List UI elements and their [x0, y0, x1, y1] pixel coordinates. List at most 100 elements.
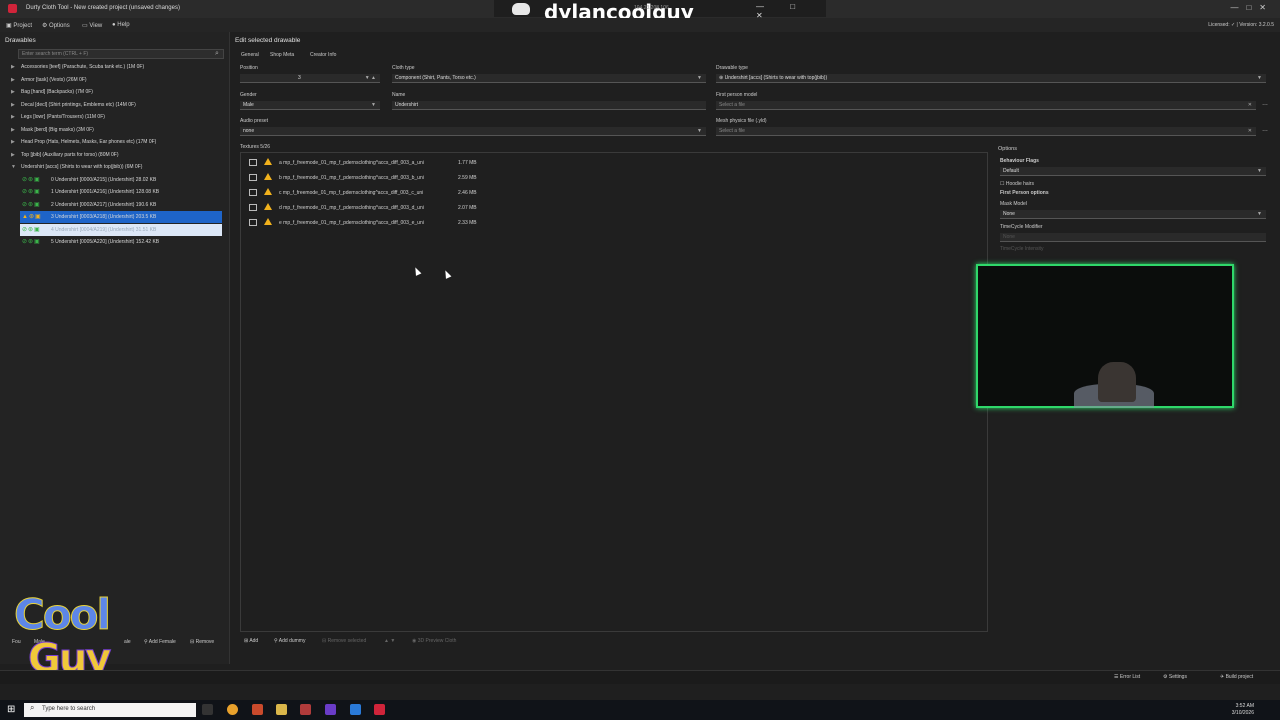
chevron-down-icon: ▼ [1257, 168, 1262, 174]
behaviour-flags-select[interactable]: Default ▼ [1000, 167, 1266, 176]
image-icon [249, 174, 257, 181]
app-icon-3[interactable] [325, 704, 336, 715]
status-icons: ⊘⊛▣ [22, 239, 41, 245]
warning-icon [264, 188, 272, 195]
webcam-person-head [1098, 362, 1136, 402]
gender-label: Gender [240, 92, 257, 98]
image-icon [249, 159, 257, 166]
status-icons: ⊘⊛▣ [22, 201, 41, 208]
timecycle-select[interactable]: None [1000, 233, 1266, 242]
tree-category[interactable]: ▶ Bag [hand] (Backpacks) (7M 0F) [0, 86, 222, 98]
clear-icon[interactable]: ✕ [1248, 102, 1252, 108]
add-texture-button[interactable]: ⊞ Add [244, 638, 258, 644]
tab-general[interactable]: General [241, 52, 259, 58]
image-icon [249, 204, 257, 211]
drawable-type-select[interactable]: ⊛ Undershirt [accs] (Shirts to wear with… [716, 74, 1266, 83]
tree-category[interactable]: ▶ Legs [lowr] (Pants/Trousers) (11M 0F) [0, 111, 222, 123]
tree-drawable[interactable]: ⊘⊛▣ 2 Undershirt [0002/A217] (Undershirt)… [0, 199, 222, 211]
drawable-type-label: Drawable type [716, 65, 748, 71]
texture-row[interactable]: a mp_f_freemode_01_mp_f_pdernsclothing^a… [249, 157, 489, 169]
tree-category[interactable]: ▶ Decal [decl] (Shirt printings, Emblems … [0, 99, 222, 111]
tree-drawable[interactable]: ⊘⊛▣ 1 Undershirt [0001/A216] (Undershirt)… [0, 186, 222, 198]
options-panel: Options Behaviour Flags Default ▼ ☐ Hoodi… [996, 142, 1276, 272]
app-icon [8, 4, 17, 13]
error-list-button[interactable]: ☰ Error List [1114, 674, 1140, 680]
build-project-button[interactable]: ✈ Build project [1220, 674, 1253, 680]
close-button[interactable]: ✕ [1259, 3, 1274, 12]
tree-category[interactable]: ▶ Armor [task] (Vests) (26M 0F) [0, 74, 222, 86]
vscode-icon[interactable] [350, 704, 361, 715]
fp-options-label: First Person options [1000, 190, 1049, 196]
behaviour-flags-label: Behaviour Flags [1000, 158, 1039, 164]
discord-overlay: dylancoolguy_ 104.23.208.106 — □ ✕ [494, 0, 826, 24]
windows-start-icon[interactable]: ⊞ [7, 704, 15, 715]
texture-row[interactable]: c mp_f_freemode_01_mp_f_pdernsclothing^a… [249, 187, 489, 199]
cloth-tool-taskbar-icon[interactable] [374, 704, 385, 715]
preview-3d-button[interactable]: ◉ 3D Preview Cloth [412, 638, 456, 644]
settings-button[interactable]: ⚙ Settings [1163, 674, 1187, 680]
tree-category[interactable]: ▶ Head Prop (Hats, Helmets, Masks, Ear ph… [0, 136, 222, 148]
audio-preset-label: Audio preset [240, 118, 269, 124]
menu-help[interactable]: ● Help [112, 22, 130, 28]
texture-row[interactable]: b mp_f_freemode_01_mp_f_pdernsclothing^a… [249, 172, 489, 184]
tree-drawable-highlighted[interactable]: ⊘⊛▣ 4 Undershirt [0004/A219] (Undershirt)… [20, 223, 222, 236]
browse-button[interactable]: … [1262, 101, 1268, 107]
remove-selected-button[interactable]: ⊟ Remove selected [322, 638, 366, 644]
texture-row[interactable]: d mp_f_freemode_01_mp_f_pdernsclothing^a… [249, 202, 489, 214]
tab-creator-info[interactable]: Creator Info [310, 52, 336, 58]
clear-icon[interactable]: ✕ [1248, 128, 1252, 134]
taskbar: ⊞ Type here to search ⌕ 3:52 AM 3/10/2026 [0, 700, 1280, 720]
status-icons: ⊘⊛▣ [22, 176, 41, 183]
warning-icon [264, 173, 272, 180]
overlay-small-text: 104.23.208.106 [634, 5, 669, 11]
move-arrows[interactable]: ▲ ▼ [384, 638, 395, 644]
app-icon-2[interactable] [300, 704, 311, 715]
taskbar-search-input[interactable]: Type here to search [24, 703, 196, 717]
hoodie-hairs-checkbox[interactable]: ☐ Hoodie hairs [1000, 181, 1034, 187]
clock[interactable]: 3:52 AM 3/10/2026 [1232, 703, 1254, 717]
texture-row[interactable]: e mp_f_freemode_01_mp_f_pdernsclothing^a… [249, 217, 489, 229]
timecycle-intensity-label: TimeCycle Intensity [1000, 246, 1044, 252]
menu-project[interactable]: ▣ Project [6, 22, 32, 29]
tree-drawable-selected[interactable]: ▲⊛▣ 3 Undershirt [0003/A218] (Undershirt)… [20, 211, 222, 223]
maximize-button[interactable]: □ [1246, 3, 1259, 12]
window-controls[interactable]: —□✕ [1230, 3, 1274, 12]
chrome-icon[interactable] [227, 704, 238, 715]
tree-drawable[interactable]: ⊘⊛▣ 5 Undershirt [0005/A220] (Undershirt)… [0, 236, 222, 248]
window-title: Durty Cloth Tool - New created project (… [26, 5, 180, 11]
tree-drawable[interactable]: ⊘⊛▣ 0 Undershirt [0000/A215] (Undershirt)… [0, 174, 222, 186]
cloth-type-select[interactable]: Component (Shirt, Pants, Torso etc.) ▼ [392, 74, 706, 83]
image-icon [249, 189, 257, 196]
folder-icon[interactable] [276, 704, 287, 715]
menu-options[interactable]: ⚙ Options [42, 22, 70, 29]
mask-model-select[interactable]: None ▼ [1000, 210, 1266, 219]
logo-line1: Cool [14, 590, 112, 640]
gender-select[interactable]: Male ▼ [240, 101, 380, 110]
name-input[interactable]: Undershirt [392, 101, 706, 110]
name-label: Name [392, 92, 406, 98]
chevron-down-icon: ▼ [697, 128, 702, 134]
search-input[interactable]: Enter search term (CTRL + F) [18, 49, 224, 59]
warning-icon [264, 203, 272, 210]
task-view-icon[interactable] [202, 704, 213, 715]
audio-preset-select[interactable]: none ▼ [240, 127, 706, 136]
add-dummy-button[interactable]: ⚲ Add dummy [274, 638, 305, 644]
app-icon-1[interactable] [252, 704, 263, 715]
remove-button[interactable]: ⊟ Remove [190, 639, 214, 645]
minimize-button[interactable]: — [1230, 3, 1246, 12]
add-female-button[interactable]: ⚲ Add Female [144, 639, 176, 645]
tab-shop-meta[interactable]: Shop Meta [270, 52, 294, 58]
tree-category[interactable]: ▶ Mask [berd] (Big masks) (3M 0F) [0, 124, 222, 136]
textures-list[interactable]: a mp_f_freemode_01_mp_f_pdernsclothing^a… [240, 152, 988, 632]
menu-view[interactable]: ▭ View [82, 22, 102, 29]
license-status: Licensed: ✓ | Version: 3.2.0.5 [1208, 22, 1274, 28]
mesh-physics-file[interactable]: Select a file ✕ [716, 127, 1256, 136]
tree-category-expanded[interactable]: ▼ Undershirt [accs] (Shirts to wear with … [0, 161, 222, 173]
position-stepper[interactable]: 3 ▼ ▲ [240, 74, 380, 83]
browse-button[interactable]: … [1262, 127, 1268, 133]
search-icon[interactable]: ⌕ [215, 50, 219, 58]
tree-category[interactable]: ▶ Top [jbib] (Auxiliary parts for torso) … [0, 149, 222, 161]
first-person-file[interactable]: Select a file ✕ [716, 101, 1256, 110]
first-person-label: First person model [716, 92, 758, 98]
tree-category[interactable]: ▶ Accessories [teef] (Parachute, Scuba ta… [0, 61, 222, 73]
